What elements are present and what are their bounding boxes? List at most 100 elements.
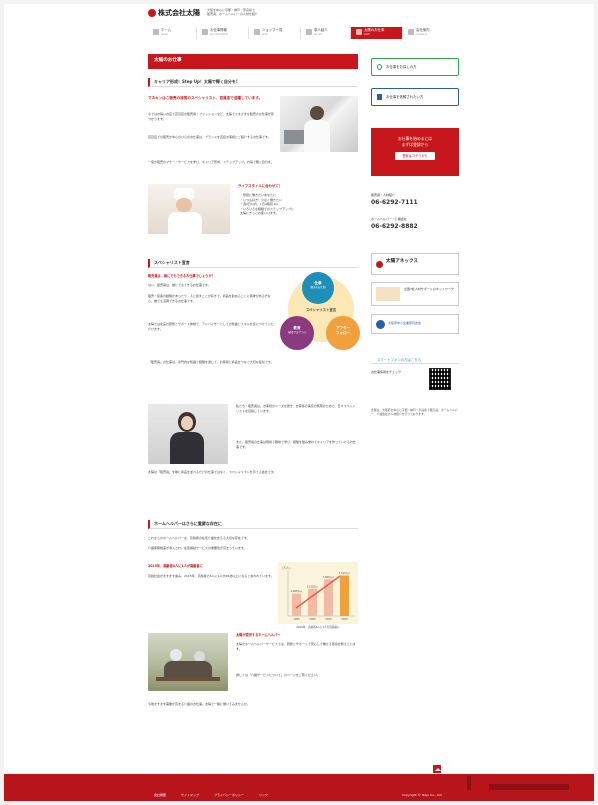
section-specialist-body-6: また、販売員の仕事は現場で職場で学び、経験を積み重ねてキャリアを作っていけるお仕… — [236, 440, 356, 449]
section-helper-lead-2: 太陽が提供するホームヘルパー — [236, 633, 281, 637]
smartphone-title: スマートフォンの方はこちら — [371, 358, 459, 365]
footer-link-company[interactable]: 会社概要 — [154, 793, 166, 797]
building-icon — [408, 29, 414, 35]
shop-icon — [254, 29, 260, 35]
photo-businesswoman — [148, 404, 228, 464]
recruit-box: お仕事を始めるには まずは登録から 登録はコチラから — [371, 128, 459, 176]
network-label: 全国7社人材サポートのネットワーク — [404, 287, 454, 291]
nav-recruit-sub: recruit — [314, 33, 322, 36]
footer-nav: 会社概要 サイトマップ プライバシーポリシー リンク — [154, 793, 282, 798]
contact-1-phone[interactable]: 06-6292-7111 — [371, 198, 418, 207]
nav-job-info-sub: job information — [210, 33, 229, 36]
section-helper-body-1: これからのホームヘルパーは、高齢者の在宅介護を支える大切な存在です。 — [148, 536, 250, 540]
specialist-diagram: 仕事 (販売のお仕事) 教育 (研修プログラム) アフター フォロー スペシャリ… — [280, 272, 360, 354]
people-icon — [306, 29, 312, 35]
photo-woman-face — [181, 416, 193, 430]
section-specialist-body-2: 販売・接客の経験があったり、人と話すことが好きで、商品を勧めることに興味がある方… — [148, 294, 271, 303]
photo-monitor — [284, 130, 304, 144]
nav-recruit[interactable]: 求人紹介 recruit — [300, 27, 350, 39]
nav-home-sub: home — [161, 33, 168, 36]
chart-category-label-2015: 2015 — [325, 617, 332, 621]
section-helper-body-2: 介護保険制度が導入され、在宅福祉サービスの重要性が高まっています。 — [148, 546, 247, 550]
nav-home[interactable]: ホーム home — [148, 27, 196, 39]
photo-chef-body — [168, 212, 202, 234]
job-request-button[interactable]: お仕事を依頼されたい方 — [371, 88, 459, 106]
page-title: 太陽のお仕事 — [148, 54, 358, 69]
section-specialist-lead: 販売員は、誰にでもできるお仕事でしょうか？ — [148, 274, 215, 278]
section-specialist-body-4: 「販売員」の仕事は、専門的な知識と経験を通して、お客様と商品をつなぐ大切な役割で… — [148, 360, 274, 364]
tagline: 大阪を中心に京都・神戸・奈良県で 販売員、ホームヘルパーの人材を紹介 — [207, 8, 258, 16]
nav-company[interactable]: 会社案内 company — [402, 27, 450, 39]
photo-elder-1-head — [170, 649, 182, 661]
contact-2-phone[interactable]: 06-6292-8882 — [371, 222, 418, 231]
footer-link-links[interactable]: リンク — [259, 793, 268, 797]
document-icon — [202, 29, 208, 35]
tagline-line-2: 販売員、ホームヘルパーの人材を紹介 — [207, 11, 258, 16]
annex-logo-icon — [376, 261, 383, 268]
back-to-top-button[interactable] — [432, 764, 442, 774]
footer-city-silhouette — [449, 774, 569, 790]
contact-1: 販売員・人材紹介 06-6292-7111 — [371, 193, 418, 207]
diagram-circle-education: 教育 (研修プログラム) — [280, 316, 314, 350]
photo-chef-face — [176, 198, 192, 212]
nav-job-info[interactable]: お仕事情報 job information — [196, 27, 248, 39]
diagram-circle-follow: アフター フォロー — [326, 316, 360, 350]
banner-annex[interactable]: 太陽アネックス — [371, 253, 459, 275]
photo-person-body — [304, 120, 330, 152]
chart-value-label-2000: 2,220万人 — [307, 584, 319, 588]
copyright: Copyright © Taiyo Co., Ltd — [402, 793, 442, 797]
nav-work-sub: work — [364, 33, 370, 36]
chart-caption: 2015年、高齢者4人に1人が高齢者に — [296, 626, 340, 629]
section-specialist-heading: スペシャリスト宣言 — [148, 259, 358, 268]
section-specialist-body-3: 太陽では充実の研修とサポート体制で、アドバイザーとしての知識とスキルを身につけて… — [148, 322, 274, 331]
section-career-body-1: 今ではお得いお店で百貨店の販売員・ファッションなど、太陽でさまざまな販売のお仕事… — [148, 112, 274, 121]
section-career-body-3: 一度き販売のマナー・サービスを学び、キャリア形成、ステップアップ。お得で輝く自分… — [148, 160, 274, 164]
nav-company-sub: company — [416, 33, 428, 36]
silhouette-person-icon — [467, 776, 471, 790]
chart-value-label-2020: 3,313万人 — [339, 571, 351, 575]
section-career-heading: キャリア形成！Step Up！太陽で輝く自分を! — [148, 78, 358, 87]
diagram-circle-work: 仕事 (販売のお仕事) — [302, 272, 334, 304]
qr-code-icon — [429, 368, 451, 390]
sun-logo-icon — [148, 9, 156, 17]
job-request-label: お仕事を依頼されたい方 — [386, 95, 424, 99]
logo-text: 株式会社太陽 — [158, 9, 200, 17]
page: 株式会社太陽 大阪を中心に京都・神戸・奈良県で 販売員、ホームヘルパーの人材を紹… — [0, 0, 598, 805]
search-icon — [377, 64, 382, 70]
home-icon — [153, 29, 159, 35]
hand-icon — [377, 94, 382, 100]
briefcase-icon — [356, 29, 362, 35]
chart-bar-2020 — [340, 575, 349, 616]
silhouette-city-icon — [489, 784, 569, 790]
photo-person-head — [310, 106, 324, 120]
section-specialist-body-7: 太陽は「販売員」を単に商品を並べるだけの仕事ではなく、スペシャリストを育てる会社… — [148, 470, 277, 474]
sidebar-note: 太陽は、大阪府を中心に京都・神戸・奈良県で販売員、ホームヘルパー、介護会社の人材… — [371, 408, 458, 417]
job-search-button[interactable]: お仕事をお探しの方 — [371, 58, 459, 76]
chart-ylabel: (万人) — [282, 566, 290, 570]
nav-shop[interactable]: ショップ一覧 shop — [248, 27, 300, 39]
section-specialist-body-1: はい、販売員は、誰にでもできるお仕事です。 — [148, 283, 211, 287]
annex-label: 太陽アネックス — [386, 259, 419, 264]
diagram-center-label: スペシャリスト宣言 — [305, 308, 337, 312]
association-label: 大阪府中小企業家同友会 — [388, 321, 422, 325]
chart-category-label-2020: 2020 — [341, 617, 348, 621]
footer-link-privacy[interactable]: プライバシーポリシー — [214, 793, 244, 797]
photo-office-worker — [280, 96, 358, 152]
footer-link-sitemap[interactable]: サイトマップ — [181, 793, 199, 797]
elderly-population-chart: (万人) 1,828万人 1995 2,220万人 2000 3,000万人 2015 3,… — [278, 562, 358, 624]
lifestyle-note: 太陽にきっとお使いいます。 — [240, 211, 279, 216]
banner-association[interactable]: 大阪府中小企業家同友会 — [371, 314, 459, 334]
job-search-label: お仕事をお探しの方 — [386, 65, 417, 69]
section-helper-body-5: 今後ますます需要が高まる介護のお仕事。太陽で一緒に働いてみませんか。 — [148, 702, 250, 706]
nav-shop-sub: shop — [262, 33, 268, 36]
banner-network[interactable]: 全国7社人材サポートのネットワーク — [371, 282, 459, 306]
register-button[interactable]: 登録はコチラから — [395, 152, 435, 161]
section-career-body-2: 百貨店での販売が中心のひらのお仕事は、ブランドを直接お客様にご紹介するお仕事です… — [148, 135, 271, 139]
nav-work[interactable]: 太陽のお仕事 work — [350, 27, 402, 39]
diagram-work-sub: (販売のお仕事) — [309, 286, 327, 290]
photo-chef — [148, 184, 230, 234]
smartphone-text: お仕事情報をチェック — [371, 370, 402, 374]
global-nav: ホーム home お仕事情報 job information ショップ一覧 sh… — [148, 27, 448, 39]
chart-value-label-2015: 3,000万人 — [323, 575, 335, 579]
chart-value-label-1995: 1,828万人 — [291, 589, 303, 593]
